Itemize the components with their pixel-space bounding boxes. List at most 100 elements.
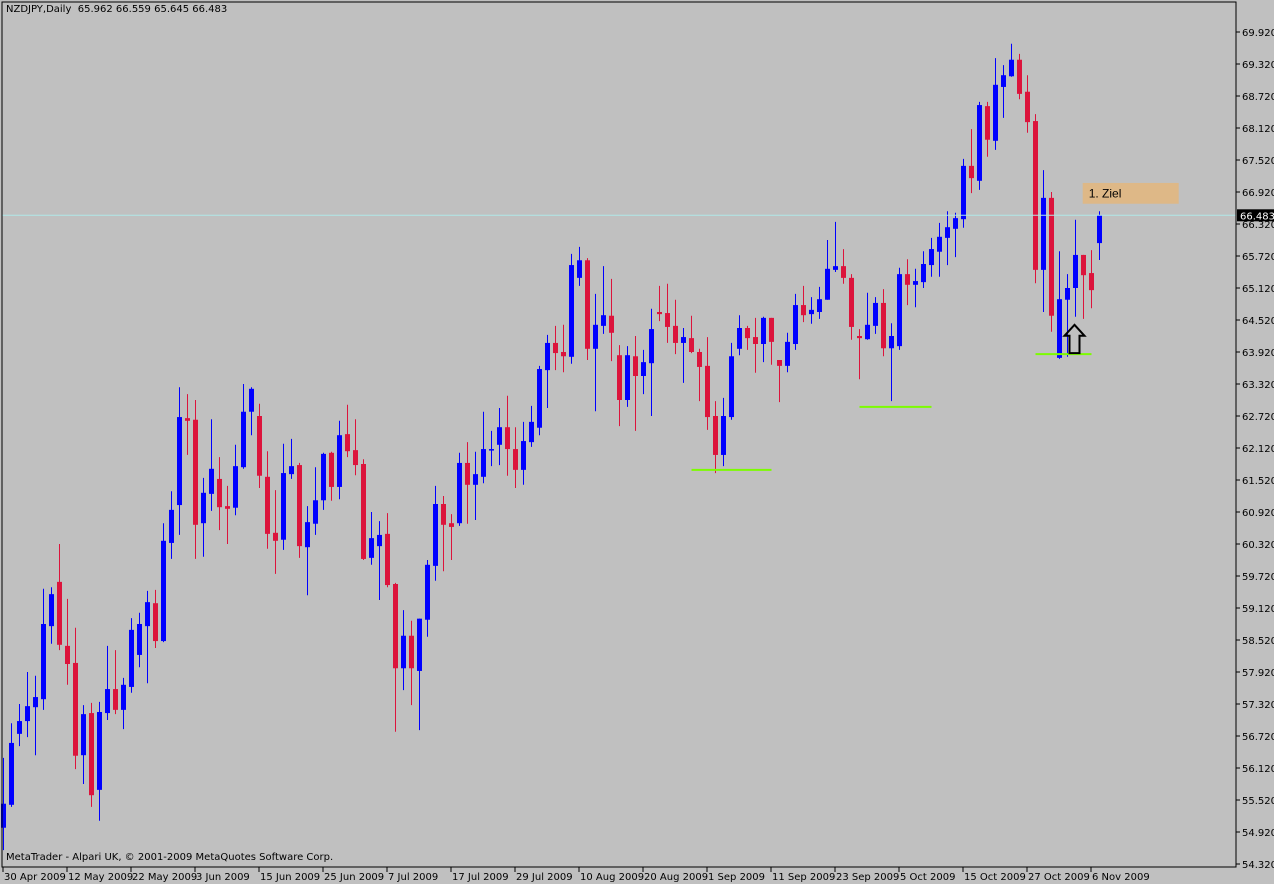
bear-candle [345, 404, 350, 458]
bear-candle [1017, 53, 1022, 100]
candle-body [753, 337, 758, 344]
bull-candle [433, 485, 438, 581]
candle-body [265, 476, 270, 534]
bear-candle [633, 336, 638, 431]
bull-candle [953, 212, 958, 258]
bull-candle [721, 397, 726, 467]
bull-candle [313, 467, 318, 535]
bull-candle [649, 308, 654, 416]
candle-body [169, 509, 174, 543]
candle-body [809, 309, 814, 315]
bull-candle [289, 438, 294, 479]
candle-body [697, 352, 702, 367]
candle-body [9, 742, 14, 805]
candle-body [393, 584, 398, 669]
candle-body [257, 416, 262, 476]
bull-candle [249, 387, 254, 436]
bull-candle [897, 267, 902, 350]
candle-body [593, 324, 598, 349]
x-tick-label: 10 Aug 2009 [580, 872, 644, 883]
candle-body [153, 603, 158, 642]
bear-candle [217, 457, 222, 531]
candle-body [273, 532, 278, 541]
candle-body [73, 662, 78, 756]
bear-candle [665, 283, 670, 343]
candle-body [833, 266, 838, 270]
bull-candle [593, 293, 598, 412]
bear-candle [801, 285, 806, 323]
bear-candle [849, 274, 854, 340]
candle-body [161, 540, 166, 642]
bull-candle [793, 293, 798, 350]
y-tick-label: 69.920 [1242, 28, 1274, 39]
candle-body [929, 249, 934, 266]
bull-candle [489, 430, 494, 467]
bear-candle [113, 650, 118, 715]
bull-candle [809, 297, 814, 324]
bear-candle [505, 395, 510, 476]
bear-candle [153, 589, 158, 648]
bear-candle [1025, 75, 1030, 133]
bear-candle [89, 702, 94, 807]
bear-candle [769, 317, 774, 365]
bull-candle [305, 506, 310, 596]
bull-candle [577, 246, 582, 286]
x-tick-label: 7 Jul 2009 [388, 872, 438, 883]
bull-candle [529, 405, 534, 447]
bull-candle [1009, 43, 1014, 77]
y-tick-label: 63.920 [1242, 348, 1274, 359]
bull-candle [337, 420, 342, 500]
bull-candle [209, 419, 214, 511]
candle-body [241, 411, 246, 468]
bear-candle [65, 598, 70, 685]
y-tick-label: 66.920 [1242, 188, 1274, 199]
bull-candle [17, 704, 22, 747]
bull-candle [417, 618, 422, 731]
y-tick-label: 61.520 [1242, 476, 1274, 487]
bull-candle [497, 408, 502, 466]
bull-candle [625, 346, 630, 407]
candle-body [1041, 197, 1046, 270]
x-tick-label: 22 May 2009 [132, 872, 197, 883]
y-tick-label: 54.320 [1242, 860, 1274, 871]
candle-body [641, 362, 646, 376]
candle-body [889, 336, 894, 349]
candle-body [737, 328, 742, 349]
candle-body [537, 369, 542, 428]
candle-body [449, 523, 454, 527]
candle-body [561, 352, 566, 357]
x-tick-label: 11 Sep 2009 [772, 872, 835, 883]
bear-candle [713, 401, 718, 474]
candle-body [1017, 59, 1022, 94]
candle-body [617, 355, 622, 400]
candle-body [953, 218, 958, 229]
x-tick-label: 6 Nov 2009 [1092, 872, 1150, 883]
bear-candle [257, 403, 262, 488]
bull-candle [201, 477, 206, 557]
candle-body [913, 281, 918, 285]
candle-body [49, 594, 54, 627]
candle-body [801, 305, 806, 316]
candle-body [921, 264, 926, 283]
candle-body [609, 315, 614, 333]
bull-candle [1001, 65, 1006, 118]
x-tick-label: 12 May 2009 [68, 872, 133, 883]
bull-candle [33, 675, 38, 756]
candle-body [121, 684, 126, 710]
candle-body [713, 416, 718, 455]
target-box-label: 1. Ziel [1089, 187, 1122, 201]
candle-body [937, 236, 942, 252]
bull-candle [817, 286, 822, 319]
x-tick-label: 30 Apr 2009 [4, 872, 66, 883]
bear-candle [361, 459, 366, 560]
x-tick-label: 23 Sep 2009 [836, 872, 899, 883]
candle-body [329, 452, 334, 487]
candle-body [17, 721, 22, 734]
bear-candle [585, 258, 590, 360]
bull-candle [937, 222, 942, 277]
candlestick-chart[interactable]: 69.92069.32068.72068.12067.52066.92066.3… [0, 0, 1274, 884]
bull-candle [1041, 170, 1046, 312]
bear-candle [697, 348, 702, 402]
candle-body [505, 427, 510, 450]
candle-body [145, 602, 150, 627]
